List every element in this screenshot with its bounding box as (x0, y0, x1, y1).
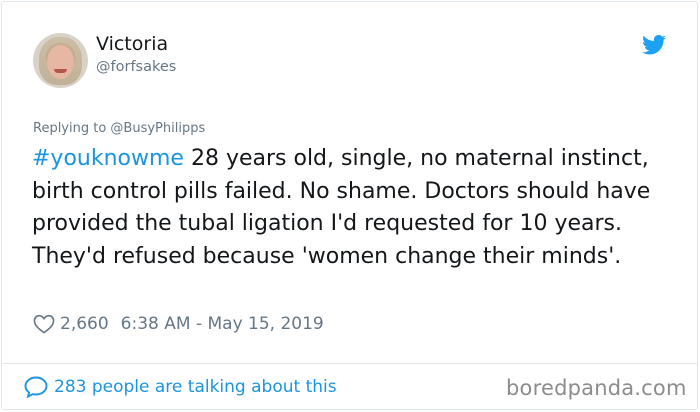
user-handle[interactable]: @forfsakes (96, 59, 176, 75)
replying-to[interactable]: Replying to @BusyPhilipps (33, 121, 205, 136)
talking-link[interactable]: 283 people are talking about this (24, 375, 337, 399)
display-name[interactable]: Victoria (96, 33, 168, 55)
divider (1, 363, 698, 364)
avatar-mouth (54, 69, 67, 73)
hashtag-link[interactable]: #youknowme (32, 146, 184, 171)
tweet-meta: 2,660 6:38 AM - May 15, 2019 (33, 313, 324, 335)
timestamp[interactable]: 6:38 AM - May 15, 2019 (121, 314, 324, 334)
watermark: boredpanda.com (506, 376, 687, 400)
avatar[interactable] (33, 33, 88, 88)
heart-icon[interactable] (33, 314, 55, 334)
twitter-bird-icon[interactable] (642, 35, 666, 55)
tweet-text: #youknowme 28 years old, single, no mate… (32, 143, 672, 273)
avatar-face (47, 45, 74, 79)
speech-bubble-icon (24, 376, 48, 398)
like-count[interactable]: 2,660 (60, 314, 109, 334)
talking-text[interactable]: 283 people are talking about this (54, 377, 337, 397)
